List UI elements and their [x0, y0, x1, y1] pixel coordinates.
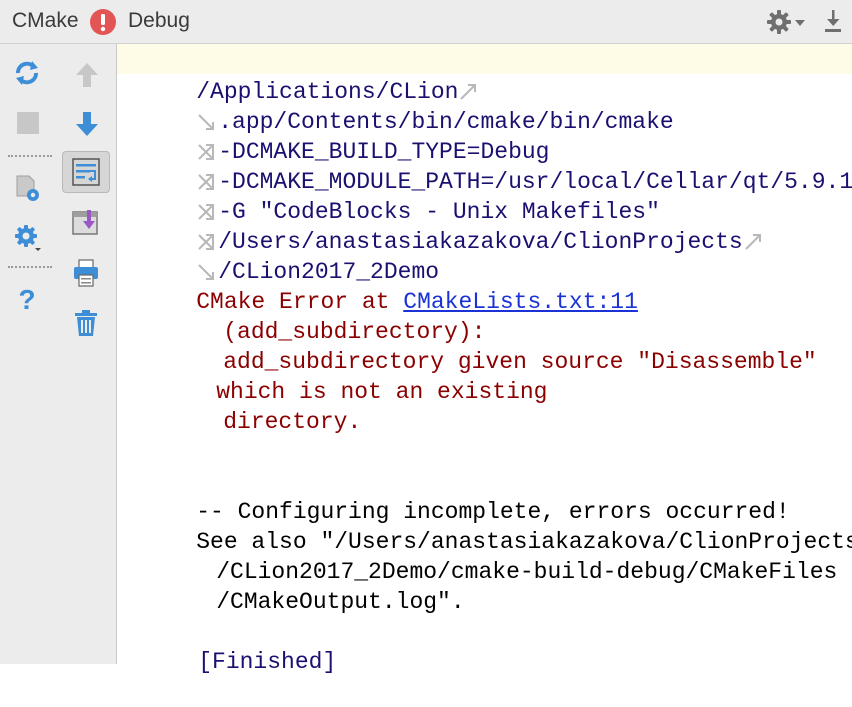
toolbar-separator [8, 155, 52, 157]
finished-text: [Finished] [198, 649, 337, 675]
arrow-down-icon[interactable] [72, 109, 102, 139]
toolbar-separator [8, 266, 52, 268]
console-line: -DCMAKE_MODULE_PATH=/usr/local/Cellar/qt… [141, 137, 852, 220]
console-line: -G "CodeBlocks - Unix Makefiles" [141, 167, 660, 250]
output-line: See also "/Users/anastasiakazakova/Clion… [141, 497, 852, 555]
error-line: (add_subdirectory): [168, 287, 485, 345]
gear-icon[interactable] [12, 222, 42, 252]
finished-line: [Finished] [143, 617, 336, 675]
error-line: add_subdirectory given source "Disassemb… [168, 317, 817, 375]
tool-window-header: CMake Debug [0, 0, 852, 44]
console-line: .app/Contents/bin/cmake/bin/cmake [141, 77, 674, 160]
output-line: /CLion2017_2Demo/cmake-build-debug/CMake… [161, 527, 837, 585]
error-line: CMake Error at CMakeLists.txt:11 [141, 257, 638, 315]
download-icon[interactable] [822, 8, 844, 36]
output-text: /CMakeOutput.log". [216, 589, 465, 615]
help-icon[interactable]: ? [12, 284, 42, 314]
output-line: /CMakeOutput.log". [161, 557, 464, 615]
soft-wrap-icon[interactable] [71, 157, 101, 187]
error-icon [90, 9, 116, 35]
console-line: /CLion2017_2Demo [141, 227, 439, 285]
error-line: which is not an existing [161, 347, 547, 405]
console-line: -DCMAKE_BUILD_TYPE=Debug [141, 107, 549, 190]
print-icon[interactable] [71, 258, 101, 288]
trash-icon[interactable] [71, 308, 101, 338]
settings-file-icon[interactable] [12, 174, 42, 204]
configuration-label: Debug [128, 9, 190, 32]
stop-icon[interactable] [13, 108, 43, 138]
console-output[interactable]: /Applications/CLion .app/Contents/bin/cm… [117, 44, 852, 675]
output-line: -- Configuring incomplete, errors occurr… [141, 467, 790, 525]
console-toolbar: ? [0, 44, 117, 664]
soft-wrap-marker-icon [745, 233, 761, 250]
scroll-to-end-icon[interactable] [71, 208, 101, 238]
reload-icon[interactable] [12, 58, 42, 88]
console-line: /Users/anastasiakazakova/ClionProjects [141, 197, 765, 255]
console-line: /Applications/CLion [141, 47, 480, 105]
tool-window-title: CMake [12, 9, 79, 32]
chevron-down-icon[interactable] [795, 19, 805, 27]
error-text: directory. [223, 409, 362, 435]
svg-text:?: ? [18, 284, 35, 314]
arrow-up-icon[interactable] [72, 60, 102, 90]
error-line: directory. [168, 377, 361, 435]
gear-icon[interactable] [766, 10, 792, 34]
